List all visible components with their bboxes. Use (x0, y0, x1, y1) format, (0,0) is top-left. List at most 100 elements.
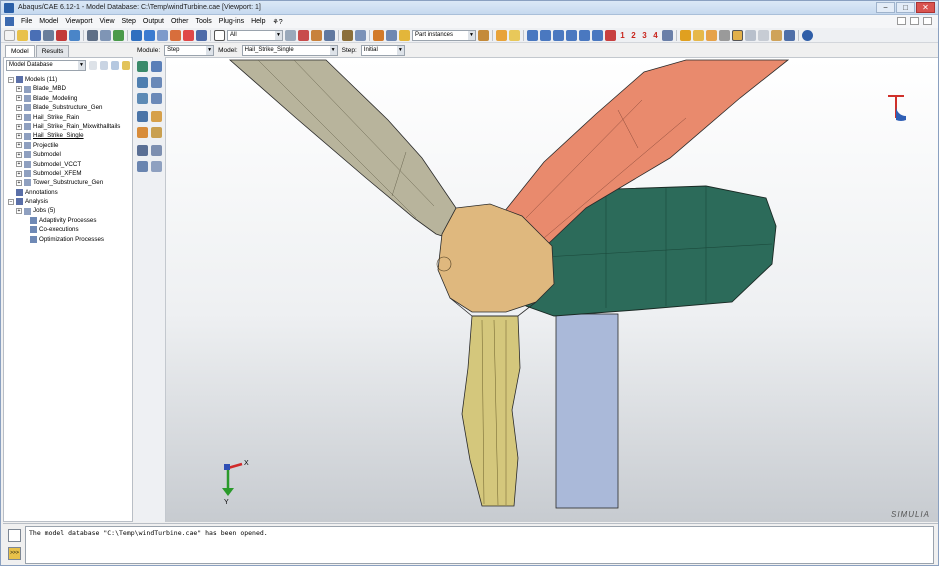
tree-item[interactable]: + Hail_Strike_Rain_Mixwithalltails (8, 122, 130, 131)
view-orientation-icon[interactable] (888, 95, 906, 121)
cycle-views-icon[interactable] (196, 29, 207, 41)
model-select[interactable]: Hail_Strike_Single ▼ (241, 44, 338, 56)
tree-item[interactable]: + Submodel_XFEM (8, 169, 130, 178)
menu-whats-this[interactable]: ⚘? (273, 18, 283, 26)
menu-plugins[interactable]: Plug-ins (219, 18, 244, 25)
solution-controls-icon[interactable] (137, 127, 148, 138)
drag-shape-icon[interactable] (311, 29, 322, 41)
assembly-icon[interactable] (69, 29, 80, 41)
expand-toggle-icon[interactable]: + (16, 123, 22, 130)
tree-item[interactable]: + Jobs (5) (8, 206, 130, 215)
menu-view[interactable]: View (99, 18, 114, 25)
menu-step[interactable]: Step (122, 18, 136, 25)
partition-icon[interactable] (151, 145, 162, 156)
view-bottom-icon[interactable] (566, 29, 577, 41)
create-step-icon[interactable] (137, 61, 148, 72)
menu-file[interactable]: File (21, 18, 32, 25)
menu-output[interactable]: Output (143, 18, 164, 25)
adaptive-constraint-icon[interactable] (151, 111, 162, 122)
search-icon[interactable] (111, 61, 119, 70)
tree-item[interactable]: Optimization Processes (8, 235, 130, 244)
tab-model[interactable]: Model (5, 45, 35, 57)
menu-tools[interactable]: Tools (195, 18, 211, 25)
expand-toggle-icon[interactable]: + (16, 142, 22, 149)
select-arrow-icon[interactable] (214, 29, 225, 41)
highlight-icon[interactable] (771, 29, 782, 41)
expand-toggle-icon[interactable]: + (16, 151, 22, 158)
tile-icon[interactable] (113, 29, 124, 41)
menu-help[interactable]: Help (251, 18, 265, 25)
render-style-active-icon[interactable] (732, 29, 743, 41)
selection-options-icon[interactable] (324, 29, 335, 41)
replace-selected-icon[interactable] (373, 29, 384, 41)
turbine-render[interactable]: X Y (166, 58, 938, 522)
module-select[interactable]: Step ▼ (164, 44, 215, 56)
menu-viewport[interactable]: Viewport (65, 18, 92, 25)
field-output-manager-icon[interactable] (151, 77, 162, 88)
tree-item[interactable]: Adaptivity Processes (8, 216, 130, 225)
adaptive-mesh-icon[interactable] (137, 111, 148, 122)
render-wireframe-icon[interactable] (706, 29, 717, 41)
view-iso-icon[interactable] (605, 29, 616, 41)
tree-item[interactable]: Co-executions (8, 225, 130, 234)
render-hidden-icon[interactable] (693, 29, 704, 41)
user-view-1-button[interactable]: 1 (618, 31, 627, 40)
layout-icon[interactable] (100, 29, 111, 41)
view-left-icon[interactable] (579, 29, 590, 41)
redo-icon[interactable] (758, 29, 769, 41)
display-group-icon[interactable] (386, 29, 397, 41)
expand-toggle-icon[interactable]: + (16, 161, 22, 168)
print-icon[interactable] (43, 29, 54, 41)
tree-item[interactable]: + Blade_Substructure_Gen (8, 103, 130, 112)
sort-icon[interactable] (89, 61, 97, 70)
tree-item[interactable]: − Models (11) (8, 75, 130, 84)
expand-toggle-icon[interactable]: + (16, 86, 22, 93)
render-filled-icon[interactable] (719, 29, 730, 41)
mdi-restore-icon[interactable] (910, 17, 919, 25)
selection-mode-select[interactable]: Part instances ▼ (412, 29, 476, 41)
mdi-close-icon[interactable] (923, 17, 932, 25)
color-mapping-icon[interactable] (478, 29, 489, 41)
open-folder-icon[interactable] (17, 29, 28, 41)
rotate-icon[interactable] (144, 29, 155, 41)
expand-toggle-icon[interactable]: + (16, 104, 22, 111)
magnify-icon[interactable] (157, 29, 168, 41)
pan-icon[interactable] (131, 29, 142, 41)
history-output-manager-icon[interactable] (151, 93, 162, 104)
tree-item[interactable]: + Projectile (8, 141, 130, 150)
auto-fit-icon[interactable] (183, 29, 194, 41)
expand-toggle-icon[interactable]: − (8, 76, 14, 83)
viewport[interactable]: X Y SIMULIA (166, 57, 938, 522)
tree-item[interactable]: Annotations (8, 188, 130, 197)
viewport-menu-icon[interactable] (5, 17, 14, 26)
step-manager-icon[interactable] (151, 61, 162, 72)
csys-icon[interactable] (137, 161, 148, 172)
menu-model[interactable]: Model (39, 18, 58, 25)
options-icon[interactable] (122, 61, 130, 70)
view-front-icon[interactable] (527, 29, 538, 41)
triad-icon[interactable] (662, 29, 673, 41)
create-display-group-icon[interactable] (509, 29, 520, 41)
instance-visibility-icon[interactable] (496, 29, 507, 41)
minimize-button[interactable]: − (876, 2, 895, 13)
zoom-box-icon[interactable] (170, 29, 181, 41)
expand-toggle-icon[interactable]: + (16, 208, 22, 215)
tab-results[interactable]: Results (35, 45, 70, 57)
box-select-icon[interactable] (298, 29, 309, 41)
tree-item[interactable]: + Blade_MBD (8, 84, 130, 93)
tree-item[interactable]: + Tower_Substructure_Gen (8, 178, 130, 187)
user-view-2-button[interactable]: 2 (629, 31, 638, 40)
render-shaded-icon[interactable] (680, 29, 691, 41)
part-icon[interactable] (56, 29, 67, 41)
python-prompt-button[interactable]: >>> (8, 547, 21, 560)
solver-controls-icon[interactable] (151, 127, 162, 138)
select-from-list-icon[interactable] (285, 29, 296, 41)
tree-item[interactable]: + Blade_Modeling (8, 94, 130, 103)
tree-item[interactable]: + Submodel_VCCT (8, 160, 130, 169)
new-file-icon[interactable] (4, 29, 15, 41)
view-back-icon[interactable] (540, 29, 551, 41)
transform-icon[interactable] (151, 161, 162, 172)
model-database-select[interactable]: Model Database ▼ (6, 60, 86, 71)
query-icon[interactable] (355, 29, 366, 41)
view-right-icon[interactable] (592, 29, 603, 41)
